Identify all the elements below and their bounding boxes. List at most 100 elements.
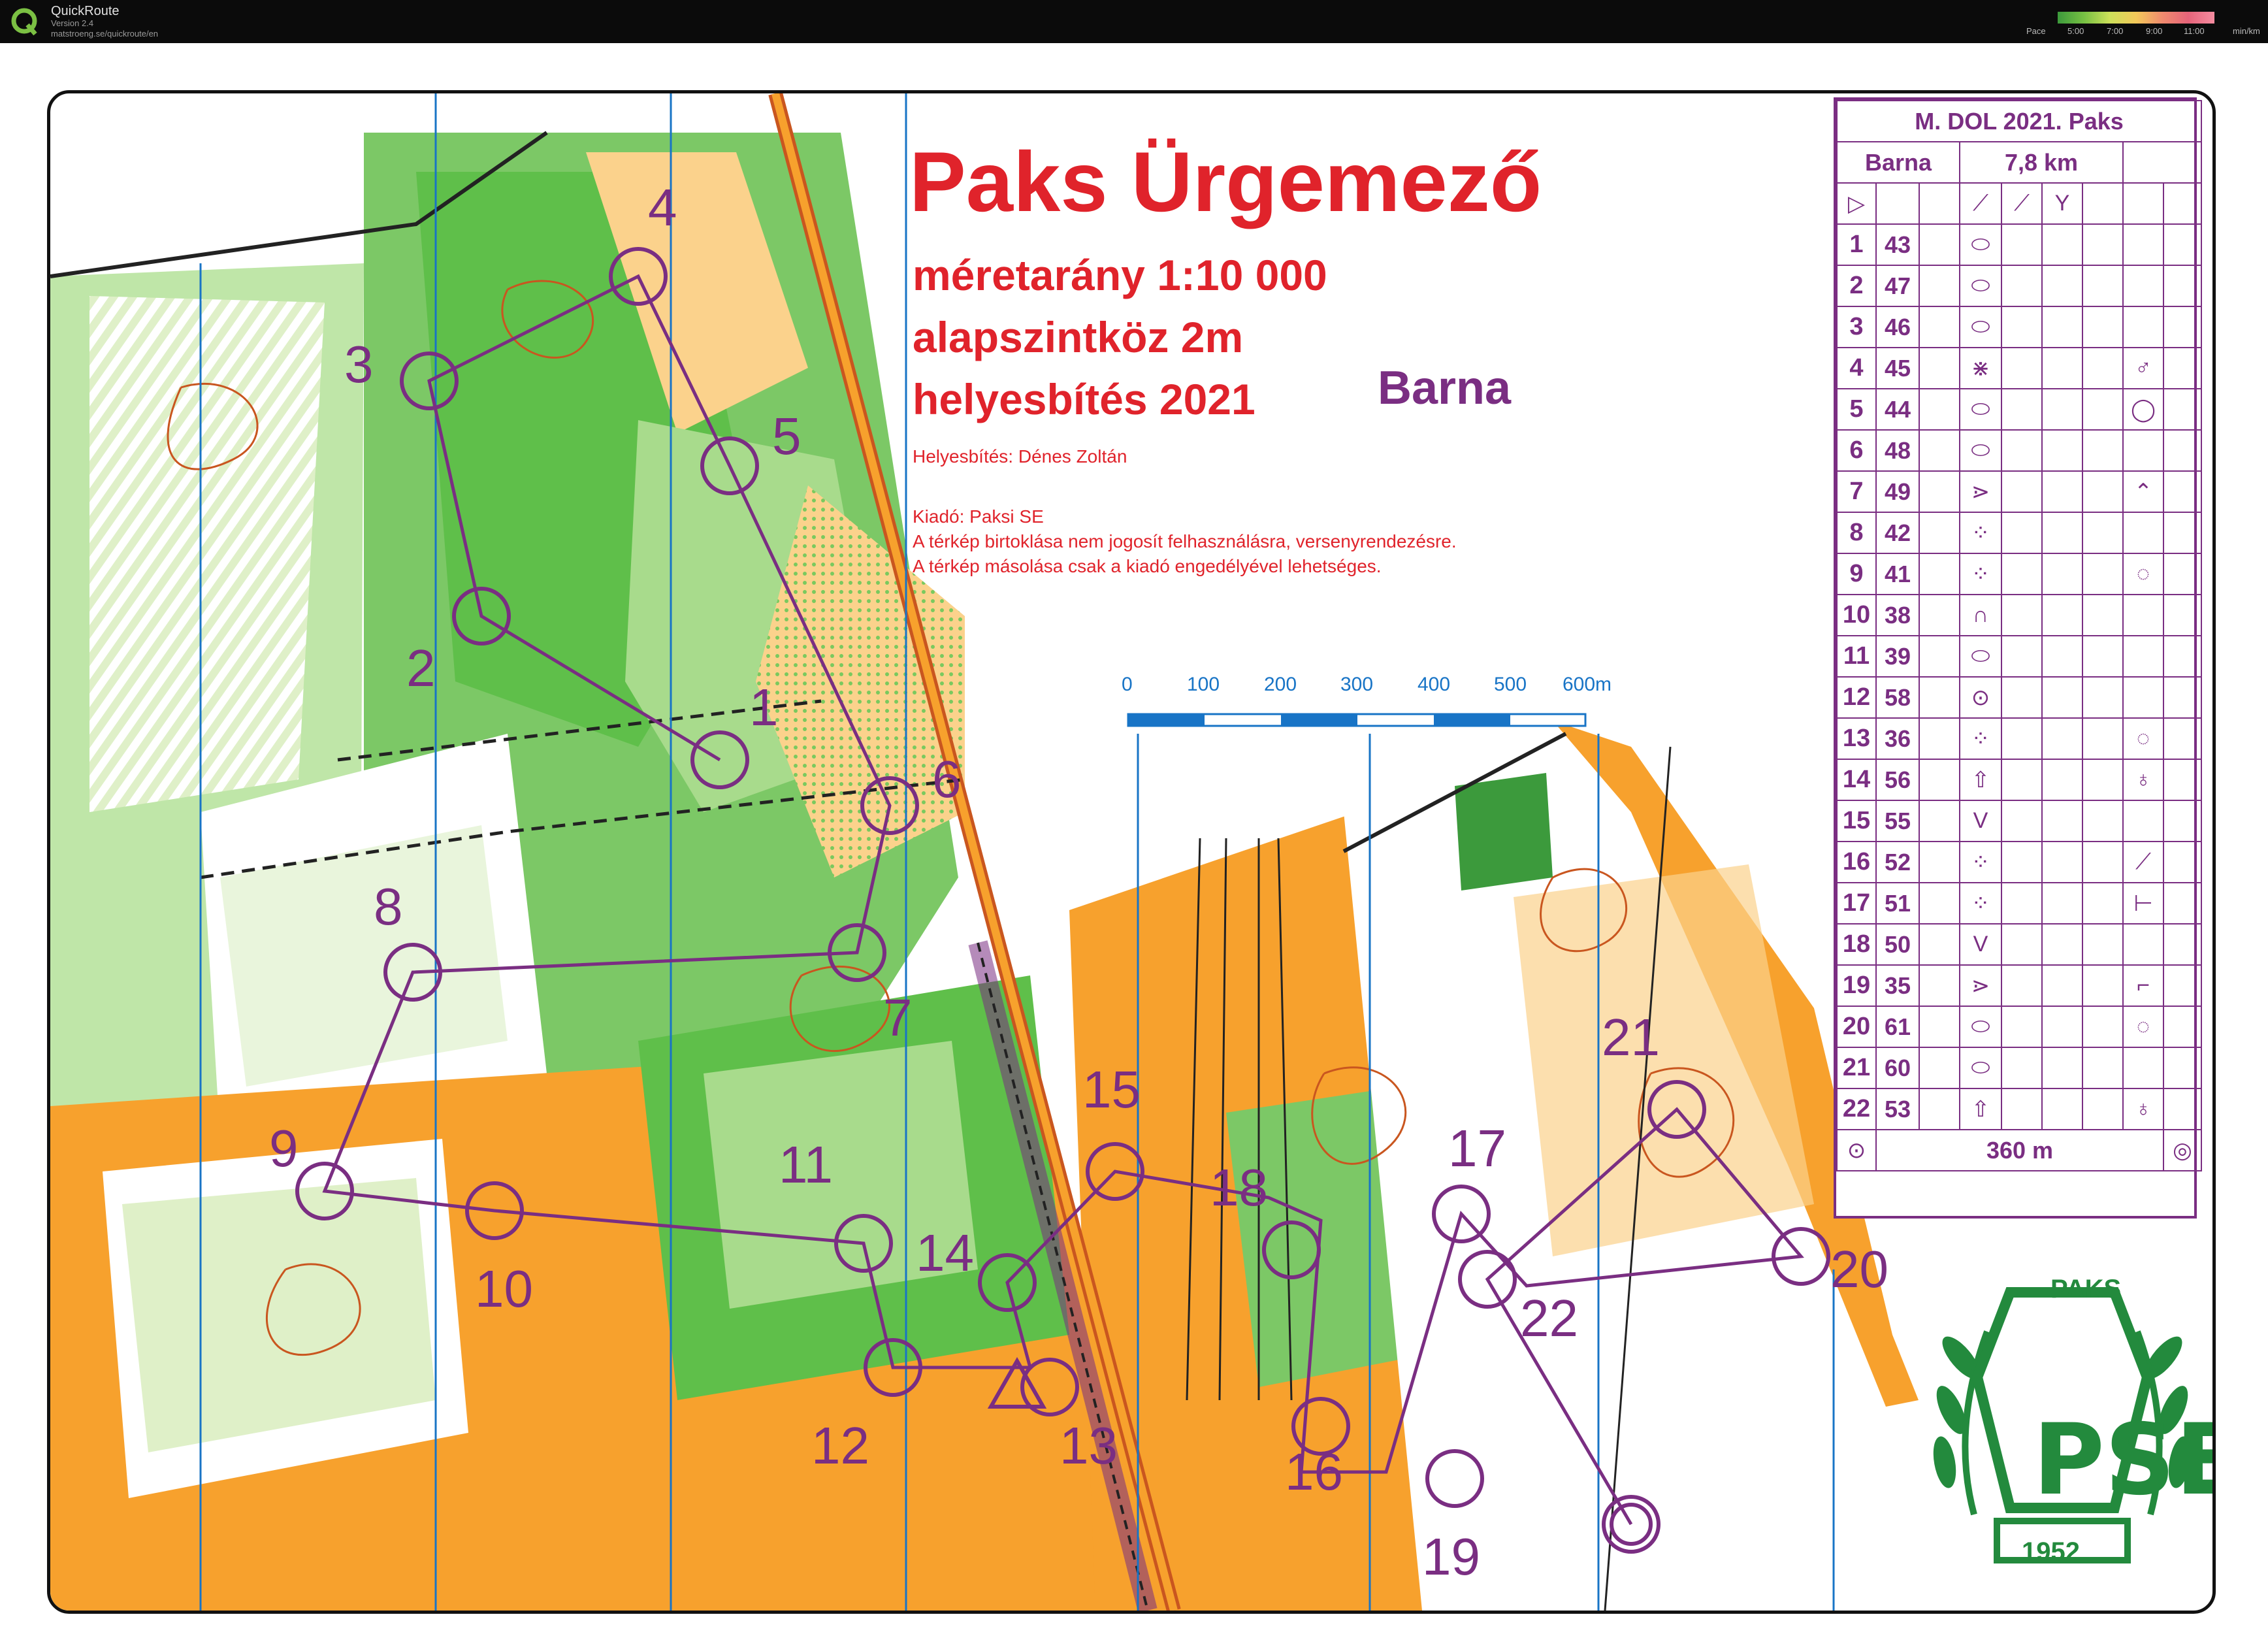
control-sequence-number: 4 xyxy=(1836,347,1877,389)
map-scale-text: méretarány 1:10 000 xyxy=(913,251,1327,299)
description-row: 15 55 V xyxy=(1836,800,2203,842)
feature-symbol-icon: ⋇ xyxy=(1959,347,2002,389)
empty-cell xyxy=(2001,759,2043,801)
empty-cell xyxy=(2001,553,2043,595)
scale-bar-label: 0 xyxy=(1122,674,1133,695)
description-row: 11 39 ⬭ xyxy=(1836,635,2203,678)
control-code: 42 xyxy=(1875,512,1920,554)
location-symbol-icon: ♂ xyxy=(2122,347,2164,389)
feature-symbol-icon: ⬭ xyxy=(1959,635,2002,678)
pace-label: Pace xyxy=(2026,26,2046,36)
empty-cell xyxy=(1919,347,1960,389)
control-sequence-number: 2 xyxy=(1836,265,1877,307)
empty-cell xyxy=(2162,347,2203,389)
control-number: 18 xyxy=(1210,1158,1268,1217)
feature-symbol-icon: V xyxy=(1959,923,2002,966)
pace-tick: 5:00 xyxy=(2067,26,2084,36)
control-description-sheet: M. DOL 2021. Paks Barna 7,8 km ▷ ⟋ ⟋ Y 1… xyxy=(1834,97,2203,1219)
empty-cell xyxy=(1919,223,1960,266)
feature-symbol-icon: ⬭ xyxy=(1959,223,2002,266)
location-symbol-icon xyxy=(2122,1047,2164,1089)
empty-cell xyxy=(2162,429,2203,472)
empty-cell xyxy=(1919,512,1960,554)
pace-legend: Pace 5:00 7:00 9:00 11:00 min/km xyxy=(1979,9,2260,39)
empty-cell xyxy=(2082,388,2124,431)
empty-cell xyxy=(2041,512,2083,554)
empty-cell xyxy=(2001,1088,2043,1130)
location-symbol-icon: ◌ xyxy=(2122,1006,2164,1048)
empty-cell xyxy=(2001,429,2043,472)
control-code: 41 xyxy=(1875,553,1920,595)
empty-cell xyxy=(2041,759,2083,801)
location-symbol-icon: ♁ xyxy=(2122,1088,2164,1130)
empty-cell xyxy=(1919,388,1960,431)
finish-circle-icon: ◎ xyxy=(2162,1129,2203,1171)
control-number: 2 xyxy=(406,639,436,697)
control-number: 10 xyxy=(475,1260,533,1318)
control-number: 4 xyxy=(648,178,677,237)
control-number: 17 xyxy=(1448,1119,1506,1177)
course-name: Barna xyxy=(1378,362,1512,414)
empty-cell xyxy=(2082,923,2124,966)
empty-cell xyxy=(2162,223,2203,266)
empty-cell xyxy=(2041,1047,2083,1089)
control-description-table: M. DOL 2021. Paks Barna 7,8 km ▷ ⟋ ⟋ Y 1… xyxy=(1836,100,2203,1171)
feature-symbol-icon: ∩ xyxy=(1959,594,2002,636)
empty-cell xyxy=(2041,223,2083,266)
control-sequence-number: 6 xyxy=(1836,429,1877,472)
description-row: 21 60 ⬭ xyxy=(1836,1047,2203,1089)
feature-symbol-icon: ⬭ xyxy=(1959,1006,2002,1048)
empty-cell xyxy=(2041,388,2083,431)
map-title: Paks Ürgemező xyxy=(909,134,1542,229)
empty-cell xyxy=(1919,923,1960,966)
control-sequence-number: 13 xyxy=(1836,717,1877,760)
empty-cell xyxy=(1919,429,1960,472)
empty-cell xyxy=(1919,759,1960,801)
empty-cell xyxy=(1919,676,1960,719)
description-row: 3 46 ⬭ xyxy=(1836,306,2203,348)
control-code: 44 xyxy=(1875,388,1920,431)
empty-cell xyxy=(2162,882,2203,924)
empty-cell xyxy=(2041,800,2083,842)
location-symbol-icon: ◌ xyxy=(2122,717,2164,760)
location-symbol-icon: ⊢ xyxy=(2122,882,2164,924)
location-symbol-icon: ⟋ xyxy=(2122,841,2164,883)
app-name: QuickRoute xyxy=(51,4,120,18)
description-row: 18 50 V xyxy=(1836,923,2203,966)
club-monogram: PSE xyxy=(2033,1403,2212,1517)
empty-cell xyxy=(2162,470,2203,513)
empty-cell xyxy=(2041,1006,2083,1048)
empty-cell xyxy=(2162,512,2203,554)
club-founding-year: 1952 xyxy=(2022,1537,2080,1566)
empty-cell xyxy=(2001,470,2043,513)
control-number: 7 xyxy=(883,989,913,1047)
description-row: 20 61 ⬭ ◌ xyxy=(1836,1006,2203,1048)
empty-cell xyxy=(2041,882,2083,924)
feature-symbol-icon: ⇧ xyxy=(1959,759,2002,801)
control-code: 58 xyxy=(1875,676,1920,719)
control-sequence-number: 17 xyxy=(1836,882,1877,924)
orienteering-map[interactable]: Paks Ürgemező méretarány 1:10 000 alapsz… xyxy=(47,90,2216,1614)
description-row: 1 43 ⬭ xyxy=(1836,223,2203,266)
control-number: 5 xyxy=(772,407,802,465)
empty-cell xyxy=(2082,265,2124,307)
empty-cell xyxy=(1919,635,1960,678)
empty-cell xyxy=(2082,223,2124,266)
sheet-course-name: Barna xyxy=(1836,141,1960,184)
description-row: 22 53 ⇧ ♁ xyxy=(1836,1088,2203,1130)
empty-cell xyxy=(2041,553,2083,595)
control-sequence-number: 10 xyxy=(1836,594,1877,636)
feature-symbol-icon: ⁘ xyxy=(1959,512,2002,554)
map-corrected-by: Helyesbítés: Dénes Zoltán xyxy=(913,446,1127,466)
empty-cell xyxy=(2162,676,2203,719)
app-url[interactable]: matstroeng.se/quickroute/en xyxy=(51,29,158,39)
control-sequence-number: 12 xyxy=(1836,676,1877,719)
control-sequence-number: 5 xyxy=(1836,388,1877,431)
empty-cell xyxy=(1919,594,1960,636)
feature-symbol-icon: ⁘ xyxy=(1959,882,2002,924)
location-symbol-icon: ◯ xyxy=(2122,388,2164,431)
empty-cell xyxy=(2001,800,2043,842)
empty-cell xyxy=(1919,265,1960,307)
map-publisher: Kiadó: Paksi SE xyxy=(913,506,1044,527)
control-sequence-number: 18 xyxy=(1836,923,1877,966)
